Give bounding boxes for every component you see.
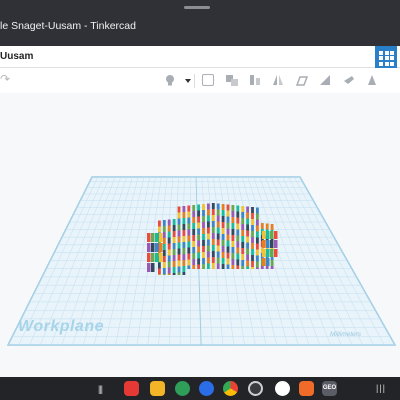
workplane-tool-icon[interactable]: [295, 74, 309, 86]
taskbar: ||| GEO |||: [0, 377, 400, 400]
ruler-icon[interactable]: [319, 74, 331, 86]
window-title: le Snaget-Uusam - Tinkercad: [0, 20, 136, 32]
export-icon[interactable]: [366, 74, 378, 86]
app-drawer-button[interactable]: |||: [376, 383, 386, 393]
redo-button[interactable]: ↷: [0, 72, 10, 86]
window-titlebar: le Snaget-Uusam - Tinkercad: [0, 0, 400, 46]
design-grid-button[interactable]: [375, 46, 397, 68]
group-icon[interactable]: [202, 74, 214, 86]
lightbulb-dropdown-caret[interactable]: [185, 79, 191, 83]
recent-apps-button[interactable]: |||: [98, 384, 103, 394]
toolbar-divider: [194, 74, 195, 88]
ludo-icon[interactable]: [299, 381, 314, 396]
ungroup-icon[interactable]: [226, 74, 238, 86]
files-icon[interactable]: [150, 381, 165, 396]
design-name[interactable]: Uusam: [0, 51, 33, 62]
app-header: Uusam: [0, 46, 400, 68]
3d-viewport[interactable]: Workplane Millimeters: [0, 93, 400, 377]
flipboard-icon[interactable]: [124, 381, 139, 396]
camera-icon[interactable]: [248, 381, 263, 396]
workplane-label: Workplane: [18, 318, 104, 335]
google-icon[interactable]: [275, 381, 290, 396]
chrome-icon[interactable]: [223, 381, 238, 396]
align-icon[interactable]: [249, 74, 261, 86]
phone-icon[interactable]: [175, 381, 190, 396]
geo-icon[interactable]: GEO: [322, 381, 337, 396]
lightbulb-icon[interactable]: [164, 74, 176, 86]
toolbar: ↷: [0, 68, 400, 93]
drag-handle[interactable]: [184, 6, 210, 9]
grid-icon: [379, 50, 383, 55]
flip-icon[interactable]: [272, 74, 284, 86]
units-label[interactable]: Millimeters: [330, 331, 361, 338]
messages-icon[interactable]: [199, 381, 214, 396]
notes-icon[interactable]: [343, 74, 355, 86]
app-window: le Snaget-Uusam - Tinkercad Uusam ↷ Work…: [0, 0, 400, 400]
